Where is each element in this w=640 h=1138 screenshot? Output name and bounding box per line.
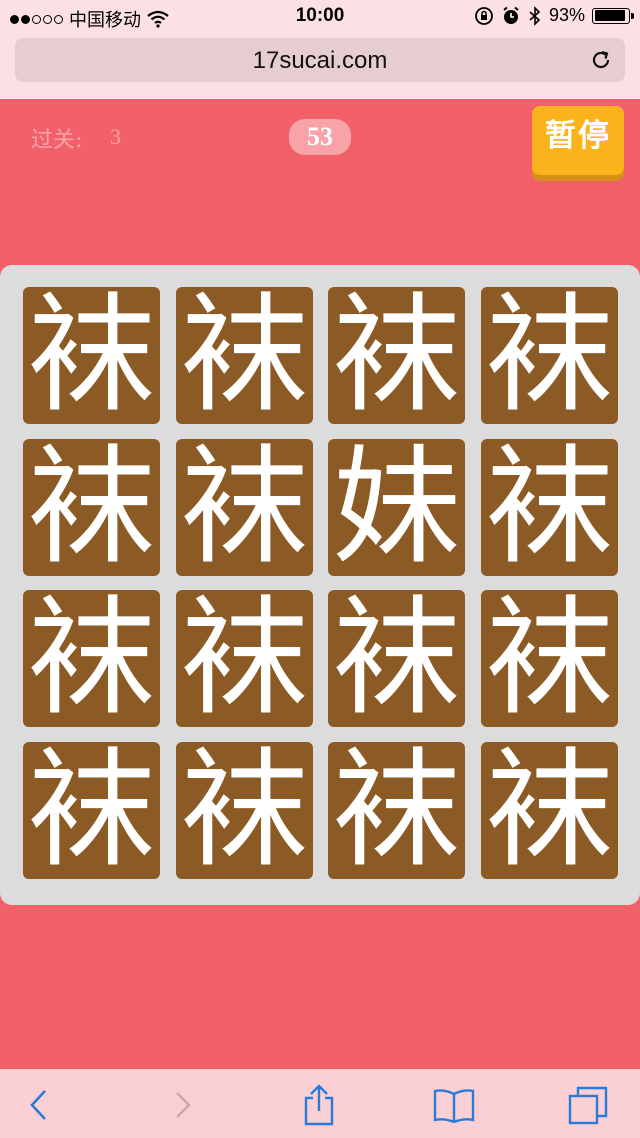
tabs-button[interactable] [566,1084,610,1126]
back-button[interactable] [18,1084,62,1126]
forward-button[interactable] [160,1084,204,1126]
share-icon[interactable] [302,1084,336,1126]
tile-r1-c1[interactable]: 袜 [23,287,160,424]
tile-character: 袜 [180,590,309,727]
browser-address-area: 17sucai.com [0,32,640,99]
tile-r2-c4[interactable]: 袜 [481,439,618,576]
share-button[interactable] [297,1084,341,1126]
level-label: 过关: [31,128,83,153]
tile-r1-c4[interactable]: 袜 [481,287,618,424]
tile-r1-c2[interactable]: 袜 [176,287,313,424]
tile-r4-c4[interactable]: 袜 [481,742,618,879]
tile-character: 袜 [332,590,461,727]
tile-character: 袜 [27,742,156,879]
tile-r3-c3[interactable]: 袜 [328,590,465,727]
tile-character: 妹 [332,439,461,576]
bluetooth-icon [529,5,541,26]
tile-character: 袜 [485,439,614,576]
tile-r3-c1[interactable]: 袜 [23,590,160,727]
tile-r4-c3[interactable]: 袜 [328,742,465,879]
pause-button[interactable]: 暂停 [532,106,624,175]
tabs-icon[interactable] [567,1085,609,1125]
back-icon[interactable] [28,1088,52,1122]
tile-character: 袜 [332,742,461,879]
tile-character: 袜 [27,590,156,727]
alarm-icon [503,6,519,24]
game-board: 袜袜袜袜袜袜妹袜袜袜袜袜袜袜袜袜 [0,265,640,905]
battery-percent: 93% [548,5,585,25]
tile-r2-c2[interactable]: 袜 [176,439,313,576]
tile-r2-c3[interactable]: 妹 [328,439,465,576]
tile-r3-c4[interactable]: 袜 [481,590,618,727]
browser-toolbar [0,1069,640,1138]
status-right: 93% [474,5,634,26]
orientation-lock-icon [475,6,493,25]
status-bar: 中国移动 10:00 93% [0,0,640,32]
tile-character: 袜 [180,742,309,879]
tile-character: 袜 [485,742,614,879]
tile-r4-c2[interactable]: 袜 [176,742,313,879]
bookmarks-button[interactable] [432,1084,476,1126]
tile-r4-c1[interactable]: 袜 [23,742,160,879]
tile-character: 袜 [180,439,309,576]
tile-character: 袜 [485,287,614,424]
tile-character: 袜 [180,287,309,424]
url-text[interactable]: 17sucai.com [15,47,625,75]
tile-r3-c2[interactable]: 袜 [176,590,313,727]
level-value: 3 [110,124,121,149]
tile-character: 袜 [27,439,156,576]
battery-icon [592,7,634,24]
tile-r2-c1[interactable]: 袜 [23,439,160,576]
url-field[interactable]: 17sucai.com [15,38,625,82]
tile-character: 袜 [27,287,156,424]
tile-character: 袜 [485,590,614,727]
timer-badge: 53 [289,119,351,155]
tile-character: 袜 [332,287,461,424]
battery-fill [594,10,626,21]
bookmarks-icon[interactable] [432,1087,476,1123]
forward-icon[interactable] [170,1088,194,1122]
tile-r1-c3[interactable]: 袜 [328,287,465,424]
reload-icon[interactable] [589,48,613,72]
